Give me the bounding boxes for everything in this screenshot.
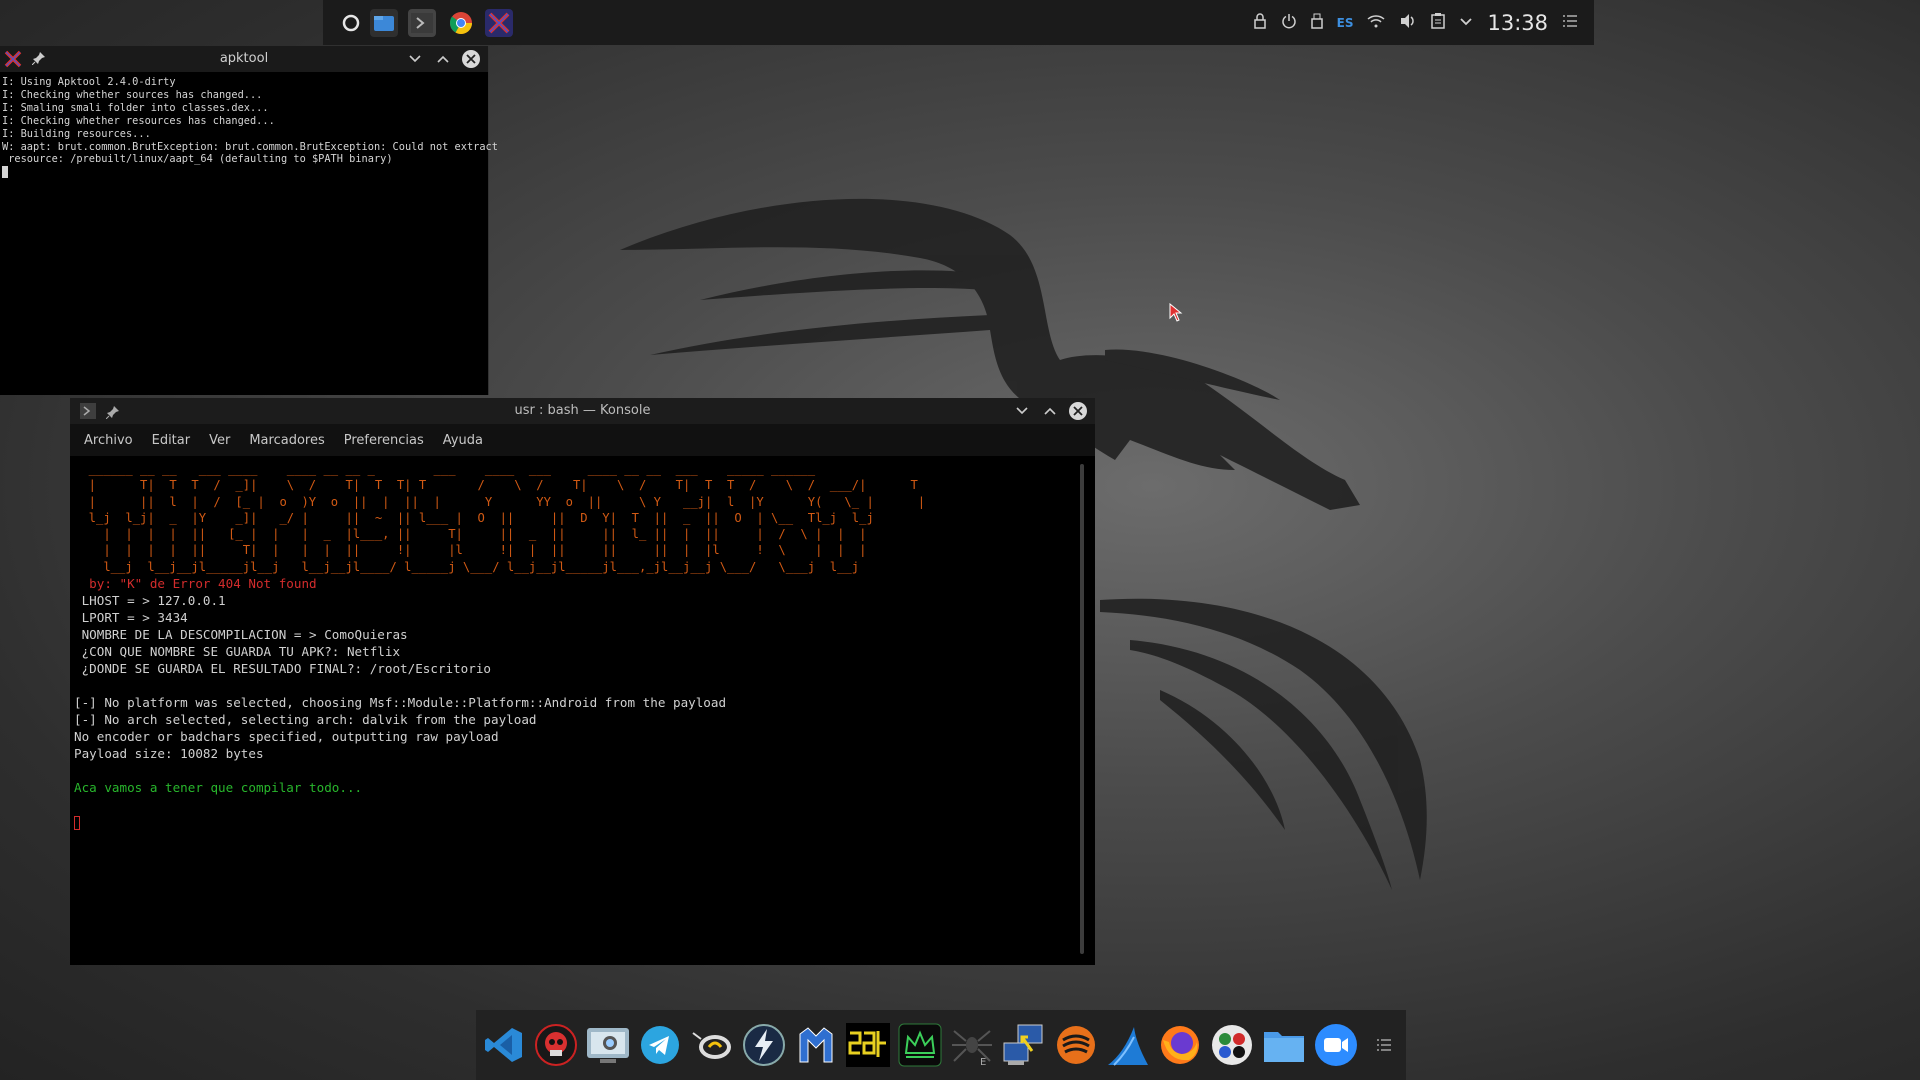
- panel-menu-icon[interactable]: [1562, 14, 1578, 31]
- window-title: usr : bash — Konsole: [514, 403, 651, 418]
- ascii-banner: ______ __ __ ___ ____ ____ __ __ _ ___ _…: [74, 461, 1074, 575]
- output-line: I: Building resources...: [2, 127, 151, 140]
- xming-icon[interactable]: [485, 9, 513, 37]
- folder-icon[interactable]: [1262, 1023, 1306, 1067]
- shark-lightning-icon[interactable]: [742, 1023, 786, 1067]
- file-manager-icon[interactable]: [370, 9, 398, 37]
- konsole-titlebar[interactable]: usr : bash — Konsole: [70, 398, 1095, 424]
- wine-icon[interactable]: [690, 1023, 734, 1067]
- info-line: LPORT = > 3434: [74, 610, 188, 626]
- crown-terminal-icon[interactable]: [898, 1023, 942, 1067]
- info-line: ¿DONDE SE GUARDA EL RESULTADO FINAL?: /r…: [74, 661, 492, 677]
- apktool-titlebar[interactable]: apktool: [0, 46, 488, 72]
- apktool-window[interactable]: apktool I: Using Apktool 2.4.0-dirty I: C…: [0, 46, 498, 395]
- minimize-button[interactable]: [406, 50, 424, 68]
- red-skull-icon[interactable]: [534, 1023, 578, 1067]
- output-line: I: Checking whether resources has change…: [2, 114, 275, 127]
- menu-preferencias[interactable]: Preferencias: [344, 433, 424, 448]
- status-line: Aca vamos a tener que compilar todo...: [74, 780, 363, 796]
- banner-line: | | | | || [_ | | | _ |l___, || T| || _ …: [74, 527, 867, 542]
- msf-line: No encoder or badchars specified, output…: [74, 729, 499, 745]
- terminal-cursor: [2, 166, 8, 179]
- color-dots-icon[interactable]: [1210, 1023, 1254, 1067]
- info-line: NOMBRE DE LA DESCOMPILACION = > ComoQuie…: [74, 627, 408, 643]
- malwarebytes-icon[interactable]: [794, 1023, 838, 1067]
- info-line: ¿CON QUE NOMBRE SE GUARDA TU APK?: Netfl…: [74, 644, 401, 660]
- dock-menu-icon[interactable]: [1376, 1036, 1392, 1055]
- menu-ayuda[interactable]: Ayuda: [443, 433, 483, 448]
- maximize-button[interactable]: [434, 50, 452, 68]
- dock: E: [476, 1010, 1406, 1080]
- close-button[interactable]: [462, 50, 480, 68]
- close-button[interactable]: [1069, 402, 1087, 420]
- author-line: by: "K" de Error 404 Not found: [74, 576, 317, 592]
- ascii-app-icon[interactable]: [846, 1023, 890, 1067]
- terminal-output[interactable]: ______ __ __ ___ ____ ____ __ __ _ ___ _…: [74, 461, 1074, 959]
- menu-bar: Archivo Editar Ver Marcadores Preferenci…: [70, 424, 1095, 456]
- lock-icon[interactable]: [1253, 12, 1267, 33]
- banner-line: ______ __ __ ___ ____ ____ __ __ _ ___ _…: [74, 462, 816, 476]
- banner-line: | || l | / [_ | o )Y o || | || | Y YY o …: [74, 494, 926, 509]
- minimize-button[interactable]: [1013, 402, 1031, 420]
- output-line: I: Smaling smali folder into classes.dex…: [2, 101, 269, 114]
- circle-launcher-icon[interactable]: [337, 9, 365, 37]
- msf-line: Payload size: 10082 bytes: [74, 746, 264, 762]
- konsole-window[interactable]: usr : bash — Konsole Archivo Editar Ver …: [70, 398, 1095, 965]
- menu-editar[interactable]: Editar: [152, 433, 191, 448]
- firefox-icon[interactable]: [1158, 1023, 1202, 1067]
- banner-line: l__j l__j__jl_____jl__j l__j__jl____/ l_…: [74, 559, 860, 574]
- output-line: resource: /prebuilt/linux/aapt_64 (defau…: [2, 153, 393, 166]
- usb-icon[interactable]: [1310, 13, 1323, 33]
- spider-icon[interactable]: E: [950, 1023, 994, 1067]
- power-icon[interactable]: [1281, 13, 1297, 33]
- menu-archivo[interactable]: Archivo: [84, 433, 133, 448]
- output-line: W: aapt: brut.common.BrutException: brut…: [2, 140, 498, 153]
- keyboard-layout-indicator[interactable]: ES: [1337, 16, 1354, 30]
- banner-line: | T| T T / _]| \ / T| T T| T / \ / T| \ …: [74, 478, 918, 493]
- top-panel: ES 13:38: [323, 0, 1594, 45]
- system-tray: ES 13:38: [1253, 0, 1578, 45]
- menu-ver[interactable]: Ver: [209, 433, 230, 448]
- msf-line: [-] No arch selected, selecting arch: da…: [74, 712, 537, 728]
- chevron-down-icon[interactable]: [1459, 15, 1473, 31]
- clock[interactable]: 13:38: [1487, 11, 1548, 35]
- menu-marcadores[interactable]: Marcadores: [249, 433, 324, 448]
- network-transfer-icon[interactable]: [1002, 1023, 1046, 1067]
- burp-icon[interactable]: [1054, 1023, 1098, 1067]
- wifi-icon[interactable]: [1367, 14, 1385, 32]
- chrome-icon[interactable]: [447, 9, 475, 37]
- volume-icon[interactable]: [1399, 13, 1417, 33]
- svg-text:E: E: [980, 1057, 986, 1067]
- terminal-cursor: [74, 815, 80, 830]
- banner-line: l_j l_j| _ |Y _]| _/ | || ~ || l___ | O …: [74, 510, 874, 525]
- scrollbar[interactable]: [1080, 464, 1084, 954]
- info-line: LHOST = > 127.0.0.1: [74, 593, 226, 609]
- output-line: I: Using Apktool 2.4.0-dirty: [2, 76, 176, 88]
- telegram-icon[interactable]: [638, 1023, 682, 1067]
- terminal-icon[interactable]: [408, 9, 436, 37]
- screenshot-icon[interactable]: [586, 1023, 630, 1067]
- maximize-button[interactable]: [1041, 402, 1059, 420]
- wireshark-icon[interactable]: [1106, 1023, 1150, 1067]
- banner-line: | | | | || T| | | | || !| |l !| | || || …: [74, 543, 867, 558]
- mouse-pointer-icon: [1169, 303, 1183, 322]
- vscode-icon[interactable]: [482, 1023, 526, 1067]
- msf-line: [-] No platform was selected, choosing M…: [74, 695, 727, 711]
- output-line: I: Checking whether sources has changed.…: [2, 88, 263, 101]
- zoom-icon[interactable]: [1314, 1023, 1358, 1067]
- clipboard-icon[interactable]: [1431, 12, 1446, 33]
- apktool-output[interactable]: I: Using Apktool 2.4.0-dirty I: Checking …: [0, 72, 498, 186]
